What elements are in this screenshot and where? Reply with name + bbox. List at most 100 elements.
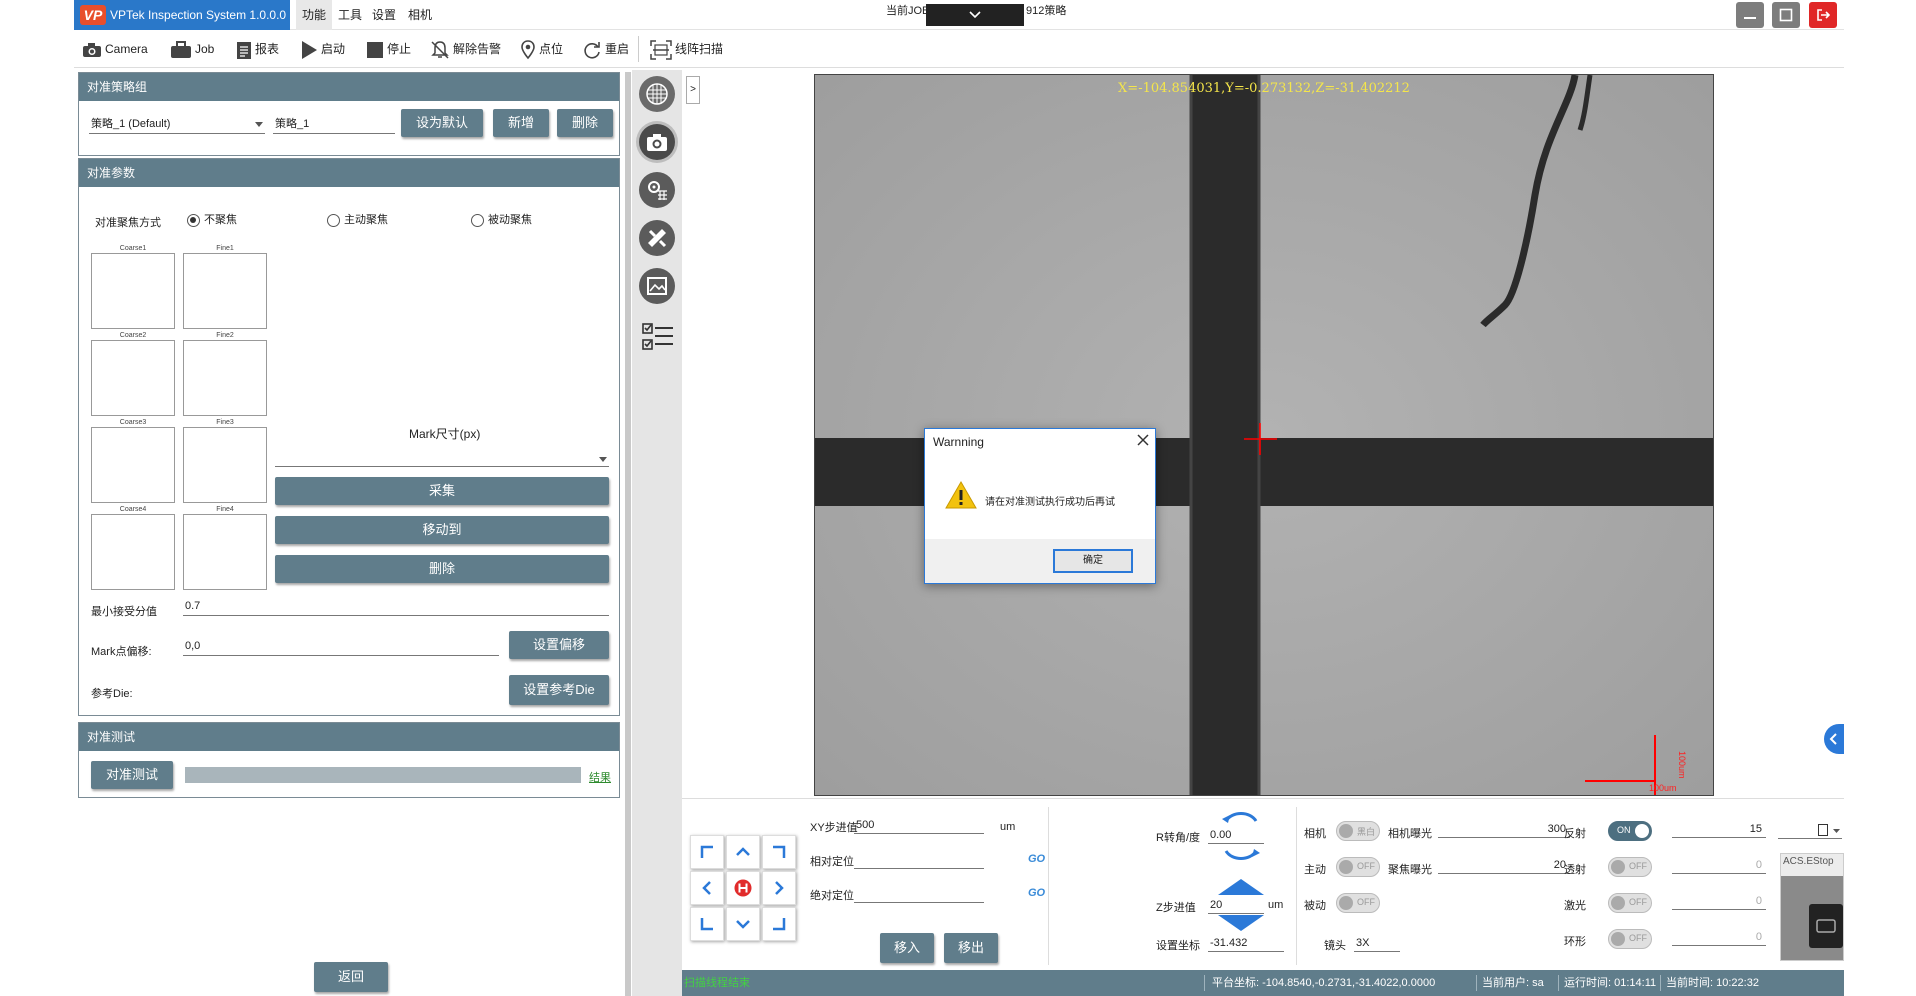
jog-up-right-button[interactable]	[762, 835, 796, 869]
job-tool-button[interactable]: Job	[170, 36, 214, 62]
rotate-cw-icon[interactable]	[1222, 847, 1260, 863]
focus-radio-passive[interactable]: 被动聚焦	[471, 213, 532, 227]
jog-down-right-button[interactable]	[762, 907, 796, 941]
start-tool-label: 启动	[321, 42, 346, 56]
alignment-test-button[interactable]: 对准测试	[91, 761, 173, 789]
menu-function[interactable]: 功能	[296, 0, 333, 30]
jog-left-button[interactable]	[690, 871, 724, 905]
light-mode-select[interactable]	[1778, 821, 1842, 839]
mark-offset-value: 0,0	[185, 640, 201, 652]
strategy-name-input[interactable]: 策略_1	[273, 115, 395, 134]
estop-control[interactable]	[1809, 904, 1843, 948]
checklist-button[interactable]	[641, 320, 675, 354]
mark-offset-input[interactable]: 0,0	[183, 637, 499, 656]
delete-strategy-button[interactable]: 删除	[557, 109, 613, 137]
mark-tile-coarse1[interactable]	[91, 253, 175, 329]
jog-right-button[interactable]	[762, 871, 796, 905]
home-button[interactable]	[726, 871, 760, 905]
estop-widget[interactable]: ACS.EStop	[1780, 853, 1844, 961]
add-strategy-button[interactable]: 新增	[493, 109, 549, 137]
mark-tile-fine1[interactable]	[183, 253, 267, 329]
z-down-icon[interactable]	[1218, 915, 1264, 933]
strategy-select[interactable]: 策略_1 (Default)	[89, 115, 265, 134]
exit-button[interactable]	[1809, 2, 1837, 28]
dialog-close-button[interactable]	[1137, 431, 1149, 453]
z-up-icon[interactable]	[1218, 877, 1264, 895]
focus-exposure-input[interactable]: 20	[1438, 857, 1570, 874]
job-dropdown[interactable]	[926, 4, 1024, 26]
minimize-button[interactable]	[1736, 2, 1764, 28]
light-ring-toggle[interactable]: OFF	[1608, 929, 1652, 949]
restart-tool-button[interactable]: 重启	[582, 36, 629, 62]
set-default-button[interactable]: 设为默认	[401, 109, 483, 137]
z-step-input[interactable]: 20	[1208, 897, 1264, 914]
jog-down-left-button[interactable]	[690, 907, 724, 941]
camera-tool-button[interactable]: Camera	[82, 36, 148, 62]
light-reflect-toggle[interactable]: ON	[1608, 821, 1652, 841]
jog-up-button[interactable]	[726, 835, 760, 869]
stop-tool-button[interactable]: 停止	[366, 36, 411, 62]
relative-position-input[interactable]	[854, 851, 984, 869]
camera-mode-toggle[interactable]: 黑白	[1336, 821, 1380, 841]
xy-step-input[interactable]: 500	[854, 817, 984, 834]
mark-size-select[interactable]	[275, 447, 609, 467]
tools-view-button[interactable]	[639, 220, 675, 256]
mark-tile-fine3[interactable]	[183, 427, 267, 503]
clear-alarm-tool-button[interactable]: 解除告警	[430, 36, 501, 62]
panel-splitter[interactable]	[625, 72, 631, 996]
focus-radio-active[interactable]: 主动聚焦	[327, 213, 388, 227]
passive-focus-toggle[interactable]: OFF	[1336, 893, 1380, 913]
absolute-go-button[interactable]: GO	[1028, 887, 1045, 899]
focus-radio-none[interactable]: 不聚焦	[187, 213, 237, 227]
relative-go-button[interactable]: GO	[1028, 853, 1045, 865]
mark-tile-coarse4[interactable]	[91, 514, 175, 590]
line-scan-tool-button[interactable]: 线阵扫描	[650, 36, 723, 62]
light-transmit-toggle[interactable]: OFF	[1608, 857, 1652, 877]
lens-select[interactable]: 3X	[1354, 935, 1400, 952]
move-out-button[interactable]: 移出	[944, 933, 998, 963]
camera-view-button[interactable]	[639, 124, 675, 160]
image-view-button[interactable]	[639, 268, 675, 304]
menu-settings[interactable]: 设置	[366, 0, 402, 30]
active-focus-toggle[interactable]: OFF	[1336, 857, 1380, 877]
mark-tile-coarse2[interactable]	[91, 340, 175, 416]
camera-tool-label: Camera	[105, 42, 148, 56]
light-reflect-input[interactable]: 15	[1672, 821, 1766, 838]
report-tool-button[interactable]: 报表	[236, 36, 279, 62]
rotate-ccw-icon[interactable]	[1222, 809, 1260, 825]
light-laser-input[interactable]: 0	[1672, 893, 1766, 910]
dialog-ok-button[interactable]: 确定	[1053, 549, 1133, 573]
expand-panel-button[interactable]: >	[686, 76, 700, 104]
menu-tools[interactable]: 工具	[332, 0, 368, 30]
mark-tile-coarse3[interactable]	[91, 427, 175, 503]
light-transmit-input[interactable]: 0	[1672, 857, 1766, 874]
move-in-button[interactable]: 移入	[880, 933, 934, 963]
start-tool-button[interactable]: 启动	[300, 36, 345, 62]
light-ring-input[interactable]: 0	[1672, 929, 1766, 946]
test-result-link[interactable]: 结果	[589, 769, 611, 785]
mark-tile-fine2[interactable]	[183, 340, 267, 416]
maximize-button[interactable]	[1772, 2, 1800, 28]
min-score-input[interactable]: 0.7	[183, 597, 609, 616]
set-ref-die-button[interactable]: 设置参考Die	[509, 675, 609, 705]
menu-camera[interactable]: 相机	[402, 0, 438, 30]
move-to-button[interactable]: 移动到	[275, 516, 609, 544]
collect-button[interactable]: 采集	[275, 477, 609, 505]
back-button[interactable]: 返回	[314, 962, 388, 992]
xy-step-value: 500	[856, 819, 875, 831]
wafer-map-button[interactable]	[639, 76, 675, 112]
point-tool-button[interactable]: 点位	[520, 36, 563, 62]
light-ring-toggle-text: OFF	[1629, 933, 1647, 943]
settings-view-button[interactable]	[639, 172, 675, 208]
light-laser-toggle[interactable]: OFF	[1608, 893, 1652, 913]
set-coord-input[interactable]: -31.432	[1208, 935, 1284, 952]
rotation-input[interactable]: 0.00	[1208, 827, 1264, 844]
camera-exposure-input[interactable]: 300	[1438, 821, 1570, 838]
set-offset-button[interactable]: 设置偏移	[509, 631, 609, 659]
jog-down-button[interactable]	[726, 907, 760, 941]
mark-tile-fine4[interactable]	[183, 514, 267, 590]
absolute-position-input[interactable]	[854, 885, 984, 903]
jog-up-left-button[interactable]	[690, 835, 724, 869]
collapse-right-button[interactable]	[1824, 724, 1844, 754]
remove-mark-button[interactable]: 删除	[275, 555, 609, 583]
